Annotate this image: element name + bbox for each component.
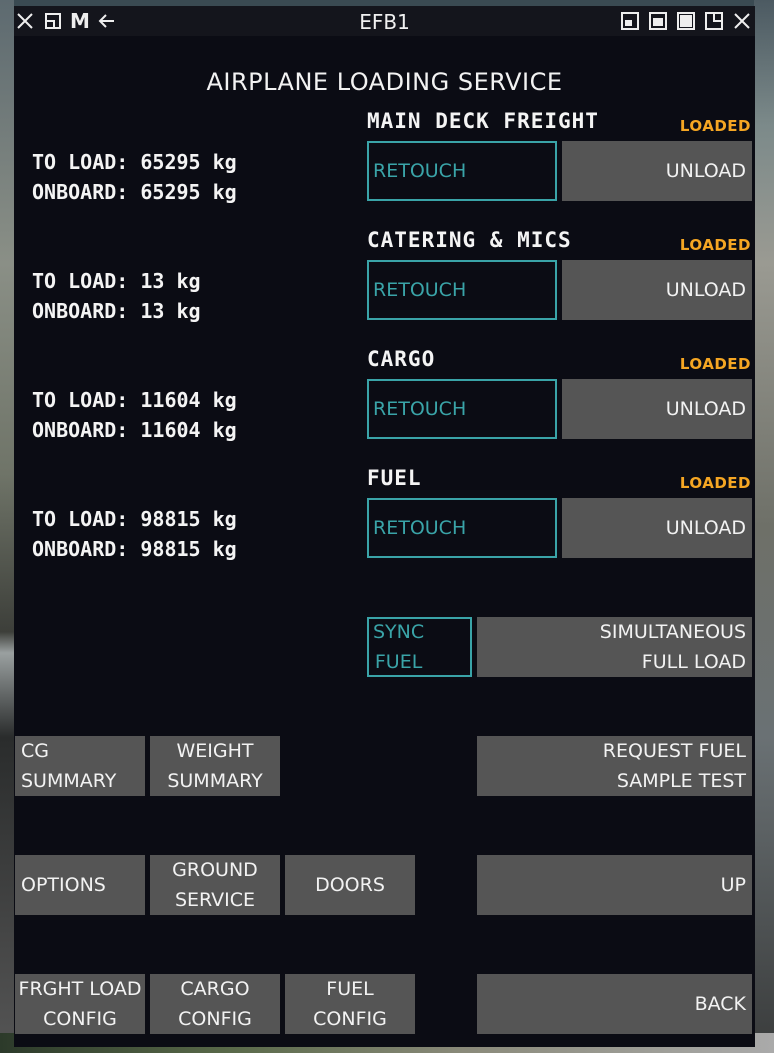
section-title-main-deck: MAIN DECK FREIGHT [367, 109, 599, 133]
frght-load-line2: CONFIG [43, 1008, 117, 1030]
ground-service-line2: SERVICE [174, 889, 256, 911]
simultaneous-line1: SIMULTANEOUS [599, 621, 746, 643]
simultaneous-label: SIMULTANEOUS FULL LOAD [600, 617, 746, 677]
weights-catering: TO LOAD: 13 kg ONBOARD: 13 kg [32, 266, 201, 326]
to-load-catering: TO LOAD: 13 kg [32, 269, 201, 293]
weight-summary-label: WEIGHT SUMMARY [167, 736, 262, 796]
size-large-icon[interactable] [675, 10, 697, 32]
frght-load-label: FRGHT LOAD CONFIG [19, 974, 142, 1034]
doors-button[interactable]: DOORS [285, 855, 415, 915]
simultaneous-full-load-button[interactable]: SIMULTANEOUS FULL LOAD [477, 617, 752, 677]
status-badge-cargo: LOADED [679, 355, 751, 373]
retouch-button-catering[interactable]: RETOUCH [367, 260, 557, 320]
section-title-fuel: FUEL [367, 466, 422, 490]
to-load-main-deck: TO LOAD: 65295 kg [32, 150, 237, 174]
onboard-fuel: ONBOARD: 98815 kg [32, 537, 237, 561]
section-title-cargo: CARGO [367, 347, 436, 371]
size-small-icon[interactable] [619, 10, 641, 32]
to-load-cargo: TO LOAD: 11604 kg [32, 388, 237, 412]
fuel-config-button[interactable]: FUEL CONFIG [285, 974, 415, 1034]
simultaneous-line2: FULL LOAD [641, 651, 746, 673]
title-bar-right-controls [619, 6, 753, 36]
status-badge-main-deck: LOADED [679, 117, 751, 135]
unload-button-main-deck[interactable]: UNLOAD [562, 141, 752, 201]
cargo-config-label: CARGO CONFIG [178, 974, 252, 1034]
page-title: AIRPLANE LOADING SERVICE [206, 68, 563, 96]
ground-service-line1: GROUND [172, 859, 258, 881]
cargo-config-line1: CARGO [180, 978, 250, 1000]
efb-window: M EFB1 AIRPLANE LOADING SERVICE MAIN DEC… [14, 6, 755, 1047]
cargo-config-line2: CONFIG [178, 1008, 252, 1030]
back-button[interactable]: BACK [477, 974, 752, 1034]
freight-load-config-button[interactable]: FRGHT LOAD CONFIG [15, 974, 145, 1034]
size-medium-icon[interactable] [647, 10, 669, 32]
request-fuel-sample-button[interactable]: REQUEST FUEL SAMPLE TEST [477, 736, 752, 796]
weight-summary-button[interactable]: WEIGHT SUMMARY [150, 736, 280, 796]
background-right [754, 0, 774, 1053]
onboard-catering: ONBOARD: 13 kg [32, 299, 201, 323]
cg-summary-label: CG SUMMARY [21, 736, 116, 796]
close-window-icon[interactable] [731, 10, 753, 32]
sync-fuel-line1: SYNC [373, 621, 425, 643]
title-bar[interactable]: M EFB1 [14, 6, 755, 36]
onboard-cargo: ONBOARD: 11604 kg [32, 418, 237, 442]
weight-summary-line2: SUMMARY [167, 770, 263, 792]
sync-fuel-label: SYNC FUEL [373, 617, 424, 677]
up-button[interactable]: UP [477, 855, 752, 915]
frght-load-line1: FRGHT LOAD [18, 978, 142, 1000]
request-fuel-line1: REQUEST FUEL [602, 740, 746, 762]
cg-summary-line1: CG [21, 740, 49, 762]
to-load-fuel: TO LOAD: 98815 kg [32, 507, 237, 531]
unload-button-cargo[interactable]: UNLOAD [562, 379, 752, 439]
options-button[interactable]: OPTIONS [15, 855, 145, 915]
fuel-config-label: FUEL CONFIG [313, 974, 387, 1034]
request-fuel-line2: SAMPLE TEST [616, 770, 746, 792]
status-badge-fuel: LOADED [679, 474, 751, 492]
weights-main-deck: TO LOAD: 65295 kg ONBOARD: 65295 kg [32, 147, 237, 207]
status-badge-catering: LOADED [679, 236, 751, 254]
fuel-config-line2: CONFIG [313, 1008, 387, 1030]
popout-icon[interactable] [703, 10, 725, 32]
cg-summary-line2: SUMMARY [21, 770, 117, 792]
ground-service-button[interactable]: GROUND SERVICE [150, 855, 280, 915]
sync-fuel-button[interactable]: SYNC FUEL [367, 617, 472, 677]
unload-button-catering[interactable]: UNLOAD [562, 260, 752, 320]
sync-fuel-line2: FUEL [374, 651, 423, 673]
retouch-button-fuel[interactable]: RETOUCH [367, 498, 557, 558]
onboard-main-deck: ONBOARD: 65295 kg [32, 180, 237, 204]
weights-fuel: TO LOAD: 98815 kg ONBOARD: 98815 kg [32, 504, 237, 564]
section-title-catering: CATERING & MICS [367, 228, 572, 252]
cg-summary-button[interactable]: CG SUMMARY [15, 736, 145, 796]
retouch-button-cargo[interactable]: RETOUCH [367, 379, 557, 439]
weights-cargo: TO LOAD: 11604 kg ONBOARD: 11604 kg [32, 385, 237, 445]
background-left [0, 0, 14, 1053]
request-fuel-label: REQUEST FUEL SAMPLE TEST [603, 736, 746, 796]
retouch-button-main-deck[interactable]: RETOUCH [367, 141, 557, 201]
cargo-config-button[interactable]: CARGO CONFIG [150, 974, 280, 1034]
unload-button-fuel[interactable]: UNLOAD [562, 498, 752, 558]
weight-summary-line1: WEIGHT [176, 740, 254, 762]
fuel-config-line1: FUEL [326, 978, 374, 1000]
ground-service-label: GROUND SERVICE [172, 855, 258, 915]
